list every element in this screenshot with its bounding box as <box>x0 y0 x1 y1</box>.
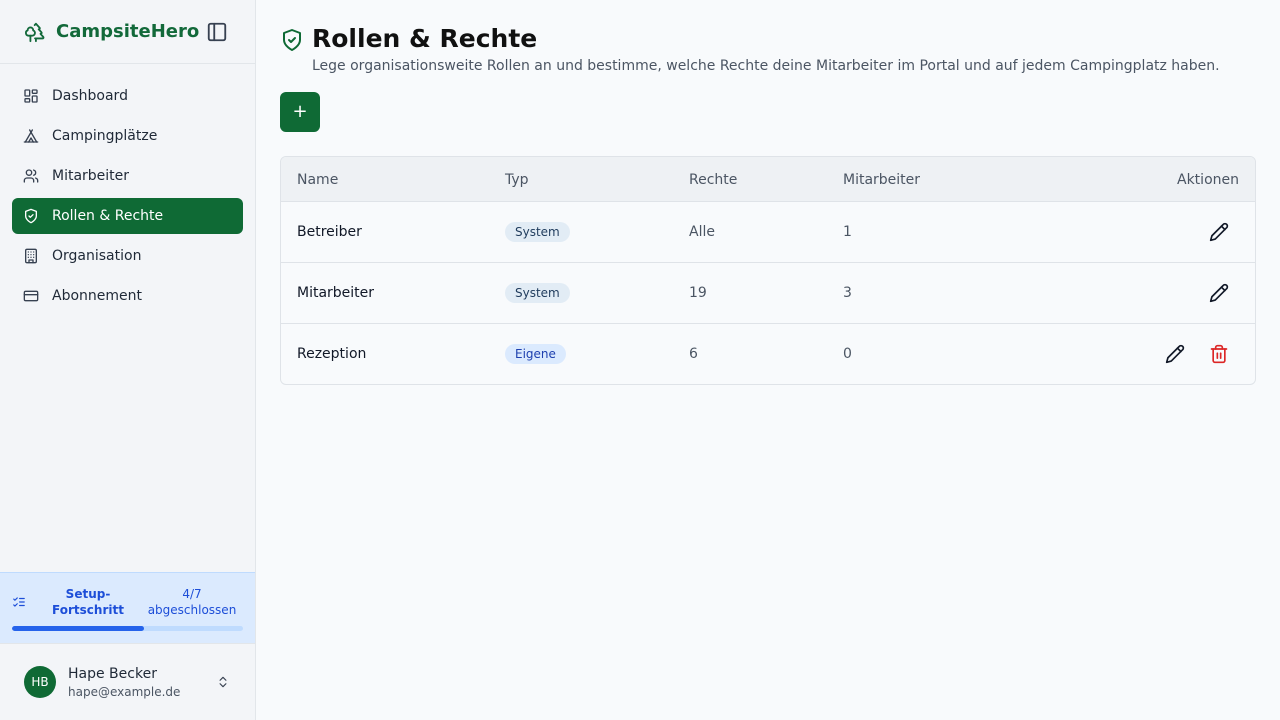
trash-icon[interactable] <box>1209 344 1229 364</box>
sidebar-item-abonnement[interactable]: Abonnement <box>12 278 243 314</box>
page-description: Lege organisationsweite Rollen an und be… <box>312 58 1220 74</box>
sidebar-toggle-icon[interactable] <box>206 21 228 43</box>
add-role-button[interactable]: + <box>280 92 320 132</box>
tent-icon <box>23 129 39 143</box>
roles-table: Name Typ Rechte Mitarbeiter Aktionen Bet… <box>280 156 1256 385</box>
setup-progress-bar <box>12 626 243 631</box>
table-row: Mitarbeiter System 19 3 <box>281 263 1255 324</box>
table-header: Name Typ Rechte Mitarbeiter Aktionen <box>281 157 1255 202</box>
column-header-staff: Mitarbeiter <box>843 172 921 188</box>
role-type-badge: Eigene <box>505 344 566 364</box>
credit-card-icon <box>23 290 39 302</box>
edit-pencil-icon[interactable] <box>1165 344 1185 364</box>
sidebar-header: CampsiteHero <box>0 0 255 64</box>
role-rights: 19 <box>689 285 707 301</box>
sidebar-item-label: Mitarbeiter <box>52 168 130 184</box>
column-header-rights: Rechte <box>689 172 738 188</box>
sidebar-nav: Dashboard Campingplätze Mitarbeiter Roll… <box>12 78 243 318</box>
edit-pencil-icon[interactable] <box>1209 283 1229 303</box>
sidebar-item-label: Campingplätze <box>52 128 158 144</box>
role-staff-count: 3 <box>843 285 852 301</box>
checklist-icon <box>13 597 25 607</box>
user-email: hape@example.de <box>68 685 181 699</box>
column-header-name: Name <box>297 172 339 188</box>
sidebar-item-organisation[interactable]: Organisation <box>12 238 243 274</box>
sidebar: CampsiteHero Dashboard Campingplätze Mit… <box>0 0 256 720</box>
user-menu[interactable]: HB Hape Becker hape@example.de <box>0 645 255 720</box>
table-row: Rezeption Eigene 6 0 <box>281 324 1255 384</box>
setup-count: 4/7 abgeschlossen <box>147 587 237 617</box>
building-icon <box>25 248 37 264</box>
role-rights: Alle <box>689 224 715 240</box>
shield-check-icon <box>283 29 301 51</box>
role-type-badge: System <box>505 222 570 242</box>
avatar: HB <box>24 666 56 698</box>
table-row: Betreiber System Alle 1 <box>281 202 1255 263</box>
setup-progress-card[interactable]: Setup-Fortschritt 4/7 abgeschlossen <box>0 572 255 644</box>
role-staff-count: 0 <box>843 346 852 362</box>
sidebar-item-label: Organisation <box>52 248 142 264</box>
column-header-actions: Aktionen <box>1177 172 1239 188</box>
dashboard-icon <box>24 89 38 103</box>
column-header-type: Typ <box>505 172 529 188</box>
main-content: Rollen & Rechte Lege organisationsweite … <box>256 0 1280 720</box>
sidebar-item-mitarbeiter[interactable]: Mitarbeiter <box>12 158 243 194</box>
sidebar-item-campingplaetze[interactable]: Campingplätze <box>12 118 243 154</box>
users-icon <box>23 169 39 183</box>
setup-progress-fill <box>12 626 144 631</box>
page-title: Rollen & Rechte <box>312 24 538 53</box>
role-type-badge: System <box>505 283 570 303</box>
role-name: Betreiber <box>297 224 362 240</box>
role-name: Rezeption <box>297 346 367 362</box>
setup-title: Setup-Fortschritt <box>52 587 124 617</box>
sidebar-item-label: Dashboard <box>52 88 128 104</box>
sidebar-item-label: Rollen & Rechte <box>52 208 164 224</box>
role-name: Mitarbeiter <box>297 285 375 301</box>
trees-logo-icon <box>25 22 45 43</box>
shield-check-icon <box>25 208 37 224</box>
app-name: CampsiteHero <box>56 21 200 42</box>
sidebar-item-label: Abonnement <box>52 288 143 304</box>
sidebar-item-rollen-rechte[interactable]: Rollen & Rechte <box>12 198 243 234</box>
role-staff-count: 1 <box>843 224 852 240</box>
user-name: Hape Becker <box>68 666 157 682</box>
role-rights: 6 <box>689 346 698 362</box>
sidebar-item-dashboard[interactable]: Dashboard <box>12 78 243 114</box>
edit-pencil-icon[interactable] <box>1209 222 1229 242</box>
chevrons-up-down-icon <box>219 676 227 688</box>
